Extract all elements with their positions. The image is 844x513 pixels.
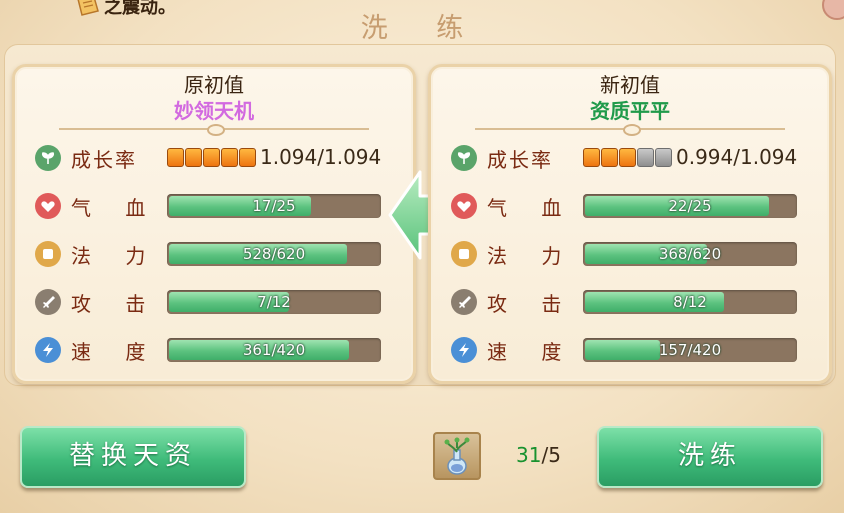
divider-ornament xyxy=(623,124,641,136)
sprout-icon xyxy=(35,145,61,171)
stat-label: 攻 击 xyxy=(487,292,576,316)
growth-cell-empty xyxy=(655,147,672,167)
stat-bar: 7/12 xyxy=(167,290,381,314)
speed-icon xyxy=(451,337,477,363)
stat-value: 361/420 xyxy=(242,341,306,359)
stat-bar: 22/25 xyxy=(583,194,797,218)
stat-label: 气 血 xyxy=(71,196,160,220)
refine-button[interactable]: 洗练 xyxy=(597,426,823,488)
speed-icon xyxy=(35,337,61,363)
stat-label: 速 度 xyxy=(487,340,576,364)
stat-bar: 368/620 xyxy=(583,242,797,266)
sprout-icon xyxy=(451,145,477,171)
sword-icon xyxy=(35,289,61,315)
stat-row-mp: 法 力 368/620 xyxy=(449,240,809,268)
growth-meter: 1.094/1.094 xyxy=(167,145,381,169)
growth-cells xyxy=(583,147,672,167)
stat-label: 气 血 xyxy=(487,196,576,220)
stat-row-atk: 攻 击 7/12 xyxy=(33,288,393,316)
growth-value: 0.994/1.094 xyxy=(676,145,798,169)
growth-cell-filled xyxy=(185,147,202,167)
card-heading: 原初值 xyxy=(184,73,244,97)
card-heading: 新初值 xyxy=(600,73,660,97)
stat-bar: 528/620 xyxy=(167,242,381,266)
aptitude-label: 妙领天机 xyxy=(174,99,254,123)
new-values-card: 新初值 资质平平 成长率 0.994/1.094 气 血 22/25 法 力 3… xyxy=(428,64,832,384)
growth-label: 成长率 xyxy=(487,148,553,172)
growth-cell-filled xyxy=(601,147,618,167)
stat-row-spd: 速 度 157/420 xyxy=(449,336,809,364)
mana-icon xyxy=(451,241,477,267)
stat-row-hp: 气 血 22/25 xyxy=(449,192,809,220)
stat-label: 攻 击 xyxy=(71,292,160,316)
growth-cell-filled xyxy=(221,147,238,167)
growth-label: 成长率 xyxy=(71,148,137,172)
heart-icon xyxy=(451,193,477,219)
growth-meter: 0.994/1.094 xyxy=(583,145,797,169)
potion-bottle-icon xyxy=(444,437,470,475)
heart-icon xyxy=(35,193,61,219)
sword-icon xyxy=(451,289,477,315)
stat-value: 157/420 xyxy=(658,341,722,359)
stat-label: 法 力 xyxy=(487,244,576,268)
stat-value: 8/12 xyxy=(673,293,707,311)
item-count-required: /5 xyxy=(541,443,561,467)
stat-value: 17/25 xyxy=(252,197,296,215)
growth-cell-filled xyxy=(203,147,220,167)
stat-value: 528/620 xyxy=(242,245,306,263)
original-values-card: 原初值 妙领天机 成长率 1.094/1.094 气 血 17/25 法 力 5… xyxy=(12,64,416,384)
stat-row-atk: 攻 击 8/12 xyxy=(449,288,809,316)
stat-bar: 17/25 xyxy=(167,194,381,218)
growth-cells xyxy=(167,147,256,167)
stat-bar: 157/420 xyxy=(583,338,797,362)
stat-bar: 8/12 xyxy=(583,290,797,314)
aptitude-label: 资质平平 xyxy=(590,99,670,123)
growth-row: 成长率 0.994/1.094 xyxy=(449,144,809,172)
growth-cell-filled xyxy=(167,147,184,167)
stat-row-hp: 气 血 17/25 xyxy=(33,192,393,220)
mana-icon xyxy=(35,241,61,267)
stat-row-mp: 法 力 528/620 xyxy=(33,240,393,268)
item-count: 31/5 xyxy=(516,443,561,467)
stat-value: 368/620 xyxy=(658,245,722,263)
stat-value: 22/25 xyxy=(668,197,712,215)
stat-label: 速 度 xyxy=(71,340,160,364)
item-count-current: 31 xyxy=(516,443,542,467)
growth-cell-empty xyxy=(637,147,654,167)
growth-cell-filled xyxy=(619,147,636,167)
refine-item-slot[interactable] xyxy=(433,432,481,480)
replace-aptitude-button[interactable]: 替换天资 xyxy=(20,426,246,488)
growth-value: 1.094/1.094 xyxy=(260,145,382,169)
page-title: 洗 练 xyxy=(360,13,484,44)
growth-row: 成长率 1.094/1.094 xyxy=(33,144,393,172)
stat-bar: 361/420 xyxy=(167,338,381,362)
divider-ornament xyxy=(207,124,225,136)
growth-cell-filled xyxy=(583,147,600,167)
stat-label: 法 力 xyxy=(71,244,160,268)
stat-value: 7/12 xyxy=(257,293,291,311)
stat-row-spd: 速 度 361/420 xyxy=(33,336,393,364)
growth-cell-filled xyxy=(239,147,256,167)
